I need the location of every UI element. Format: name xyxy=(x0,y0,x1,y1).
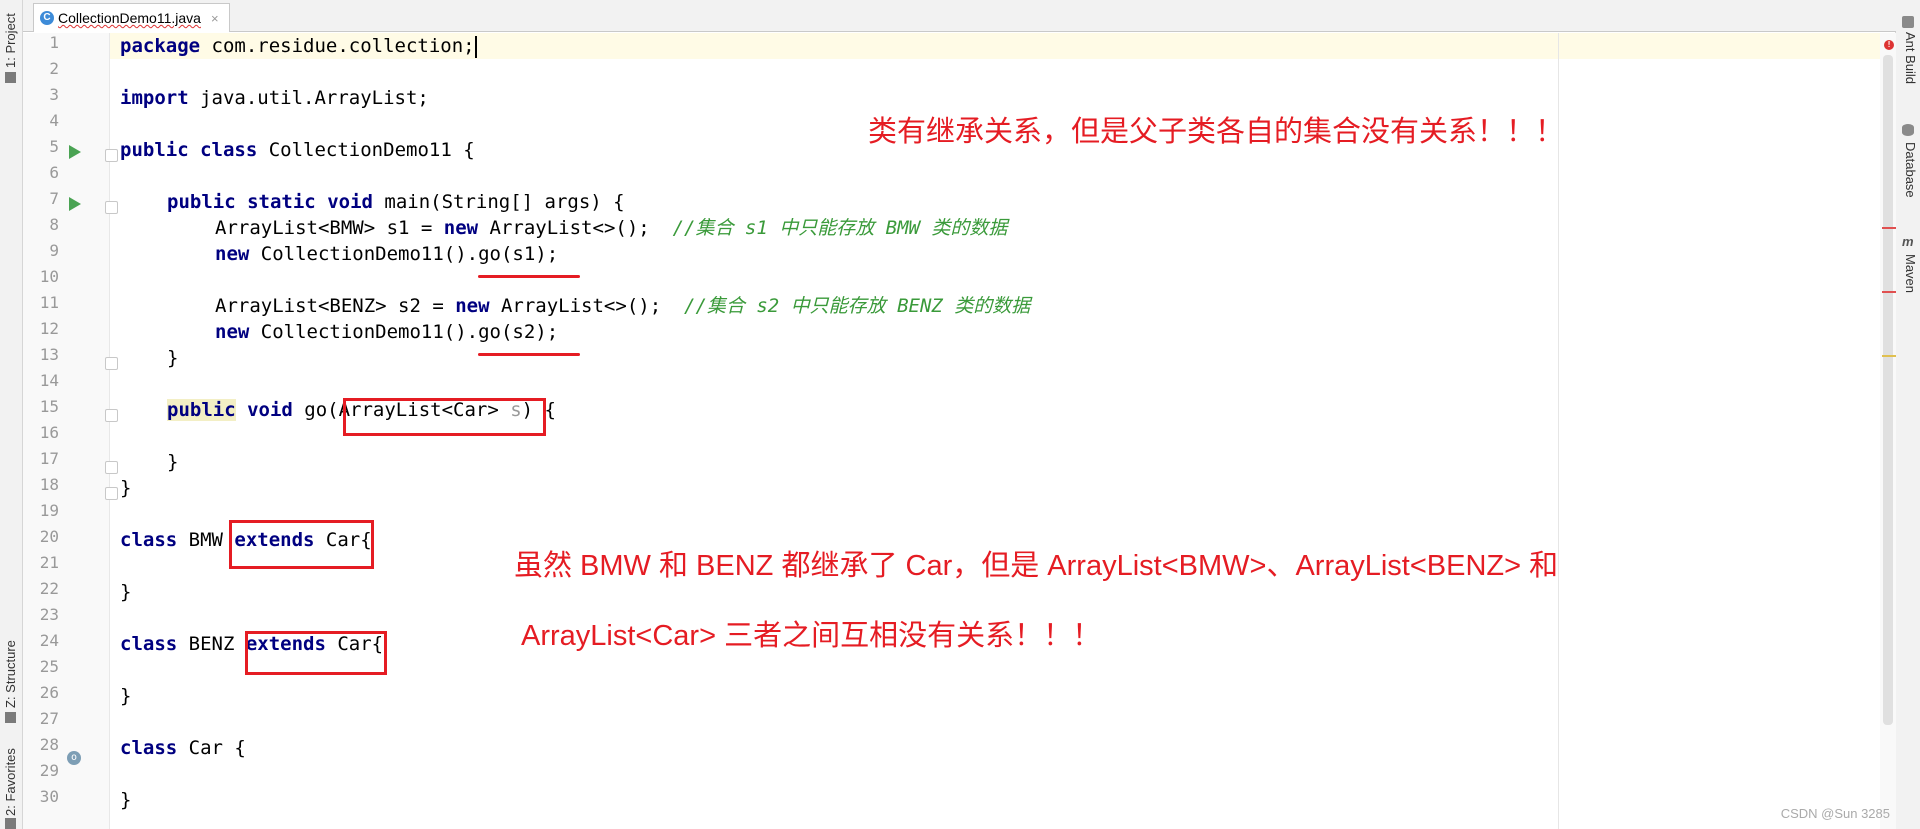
line-number: 21 xyxy=(39,553,59,572)
left-tool-strip: 1: Project Z: Structure 2: Favorites xyxy=(0,0,23,829)
line-number: 22 xyxy=(39,579,59,598)
favorites-tool-label: 2: Favorites xyxy=(3,748,18,816)
editor-tab-bar: C CollectionDemo11.java × xyxy=(23,0,1896,32)
close-tab-icon[interactable]: × xyxy=(211,11,219,26)
line-number: 16 xyxy=(39,423,59,442)
line-number: 7 xyxy=(49,189,59,208)
structure-icon xyxy=(5,712,16,723)
code-line: new CollectionDemo11().go(s1); xyxy=(215,243,559,265)
line-number: 12 xyxy=(39,319,59,338)
structure-tool-tab[interactable]: Z: Structure xyxy=(0,620,22,723)
line-number: 18 xyxy=(39,475,59,494)
line-number: 26 xyxy=(39,683,59,702)
error-stripe-marker[interactable] xyxy=(1882,227,1896,229)
annotation-note-line2: ArrayList<Car> 三者之间互相没有关系！！！ xyxy=(521,620,1102,652)
line-number: 11 xyxy=(39,293,59,312)
line-number: 4 xyxy=(49,111,59,130)
code-line: } xyxy=(120,477,132,499)
favorites-icon xyxy=(5,818,16,829)
scrollbar-thumb[interactable] xyxy=(1883,55,1893,725)
code-line: } xyxy=(167,347,179,369)
annotation-note-line1: 虽然 BMW 和 BENZ 都继承了 Car，但是 ArrayList<BMW>… xyxy=(514,550,1559,582)
line-number: 6 xyxy=(49,163,59,182)
line-number: 17 xyxy=(39,449,59,468)
code-line: } xyxy=(120,581,132,603)
project-icon xyxy=(5,72,16,83)
line-number: 2 xyxy=(49,59,59,78)
line-number: 23 xyxy=(39,605,59,624)
database-icon xyxy=(1902,124,1914,136)
java-class-icon: C xyxy=(40,11,54,25)
code-line: new CollectionDemo11().go(s2); xyxy=(215,321,559,343)
line-number: 24 xyxy=(39,631,59,650)
right-tool-strip: Ant Build Database m Maven xyxy=(1895,0,1920,829)
code-line: class Car { xyxy=(120,737,246,759)
line-number: 20 xyxy=(39,527,59,546)
maven-label: Maven xyxy=(1903,254,1918,294)
line-number: 8 xyxy=(49,215,59,234)
editor-scrollbar[interactable]: ! xyxy=(1880,33,1896,829)
annotation-box-bmw-extends xyxy=(229,520,374,569)
run-class-icon[interactable] xyxy=(69,145,81,159)
code-line: public class CollectionDemo11 { xyxy=(120,139,475,161)
line-number: 28 xyxy=(39,735,59,754)
code-line: } xyxy=(120,789,132,811)
watermark: CSDN @Sun 3285 xyxy=(1780,806,1890,821)
line-number: 14 xyxy=(39,371,59,390)
line-number: 25 xyxy=(39,657,59,676)
structure-tool-label: Z: Structure xyxy=(3,640,18,708)
line-number: 1 xyxy=(49,33,59,52)
text-caret xyxy=(474,35,477,58)
code-line: } xyxy=(167,451,179,473)
line-number: 3 xyxy=(49,85,59,104)
favorites-tool-tab[interactable]: 2: Favorites xyxy=(0,740,22,829)
annotation-box-parameter xyxy=(343,398,546,436)
annotation-note-top: 类有继承关系，但是父子类各自的集合没有关系！！！ xyxy=(868,116,1565,148)
project-tool-label: 1: Project xyxy=(3,13,18,68)
line-number-gutter: 1 2 3 4 5 6 7 8 9 10 11 12 13 14 15 16 1… xyxy=(23,33,118,829)
maven-icon: m xyxy=(1902,234,1914,249)
ant-icon xyxy=(1902,16,1914,28)
code-line: } xyxy=(120,685,132,707)
ant-build-label: Ant Build xyxy=(1903,32,1918,85)
code-line: import java.util.ArrayList; xyxy=(120,87,429,109)
line-number: 13 xyxy=(39,345,59,364)
line-number: 19 xyxy=(39,501,59,520)
code-line: ArrayList<BENZ> s2 = new ArrayList<>(); … xyxy=(215,295,1031,317)
implemented-by-icon[interactable]: o xyxy=(67,751,81,765)
line-number: 27 xyxy=(39,709,59,728)
line-number: 15 xyxy=(39,397,59,416)
warning-stripe-marker[interactable] xyxy=(1882,355,1896,357)
tab-collectiondemo11[interactable]: C CollectionDemo11.java × xyxy=(33,3,230,32)
code-line: ArrayList<BMW> s1 = new ArrayList<>(); /… xyxy=(215,217,1008,239)
error-indicator-icon[interactable]: ! xyxy=(1884,40,1894,50)
line-number: 5 xyxy=(49,137,59,156)
project-tool-tab[interactable]: 1: Project xyxy=(0,10,22,83)
run-main-icon[interactable] xyxy=(69,197,81,211)
annotation-underline xyxy=(478,275,580,278)
line-number: 10 xyxy=(39,267,59,286)
line-number: 29 xyxy=(39,761,59,780)
code-line: public static void main(String[] args) { xyxy=(167,191,625,213)
code-line: package com.residue.collection; xyxy=(120,35,477,58)
error-stripe-marker[interactable] xyxy=(1882,291,1896,293)
code-editor[interactable]: package com.residue.collection; import j… xyxy=(110,33,1882,829)
database-label: Database xyxy=(1903,142,1918,198)
tab-filename: CollectionDemo11.java xyxy=(58,10,201,26)
line-number: 30 xyxy=(39,787,59,806)
annotation-underline xyxy=(478,353,580,356)
right-margin-guide xyxy=(1558,33,1559,829)
annotation-box-benz-extends xyxy=(245,631,387,675)
line-number: 9 xyxy=(49,241,59,260)
